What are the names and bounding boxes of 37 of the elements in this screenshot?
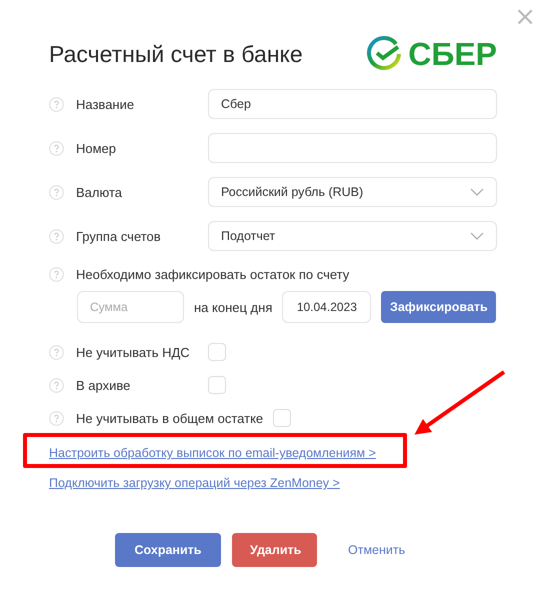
logo-icon <box>366 36 402 72</box>
select-field[interactable]: Российский рубль (RUB) <box>208 177 497 207</box>
help-icon[interactable] <box>49 228 64 244</box>
amount-field[interactable]: Сумма <box>77 291 184 323</box>
field-label: Валюта <box>76 184 122 200</box>
help-icon[interactable] <box>49 378 64 392</box>
logo-text: СБЕР <box>408 36 497 72</box>
chevron-down-icon <box>470 188 484 196</box>
dialog-title: Расчетный счет в банке <box>49 40 303 68</box>
input-field[interactable]: Сбер <box>208 89 497 119</box>
checkbox-label: Не учитывать НДС <box>76 344 190 360</box>
field-label: Номер <box>76 140 116 156</box>
help-icon[interactable] <box>49 184 64 200</box>
date-field[interactable]: 10.04.2023 <box>282 291 372 323</box>
chevron-down-icon <box>470 232 484 240</box>
save-button[interactable]: Сохранить <box>115 533 221 567</box>
help-icon[interactable] <box>49 344 64 360</box>
date-label: на конец дня <box>194 300 272 314</box>
checkbox[interactable] <box>208 343 226 361</box>
help-icon[interactable] <box>49 140 64 156</box>
cancel-button[interactable]: Отменить <box>328 533 426 567</box>
help-icon[interactable] <box>49 410 64 426</box>
input-field[interactable] <box>208 133 497 163</box>
help-icon[interactable] <box>49 96 64 112</box>
field-label: Группа счетов <box>76 228 161 244</box>
checkbox-label: Не учитывать в общем остатке <box>76 410 264 426</box>
field-label: Название <box>76 96 134 112</box>
delete-button[interactable]: Удалить <box>232 533 317 567</box>
help-icon[interactable] <box>49 266 64 282</box>
select-field[interactable]: Подотчет <box>208 221 497 251</box>
checkbox[interactable] <box>208 376 226 394</box>
fix-button[interactable]: Зафиксировать <box>381 291 496 323</box>
checkbox-label: В архиве <box>76 378 130 392</box>
checkbox[interactable] <box>273 409 292 427</box>
balance-label: Необходимо зафиксировать остаток по счету <box>76 266 350 282</box>
settings-link[interactable]: Настроить обработку выписок по email-уведомлениям > <box>49 446 376 460</box>
settings-link[interactable]: Подключить загрузку операций через ZenMoney > <box>49 476 340 490</box>
